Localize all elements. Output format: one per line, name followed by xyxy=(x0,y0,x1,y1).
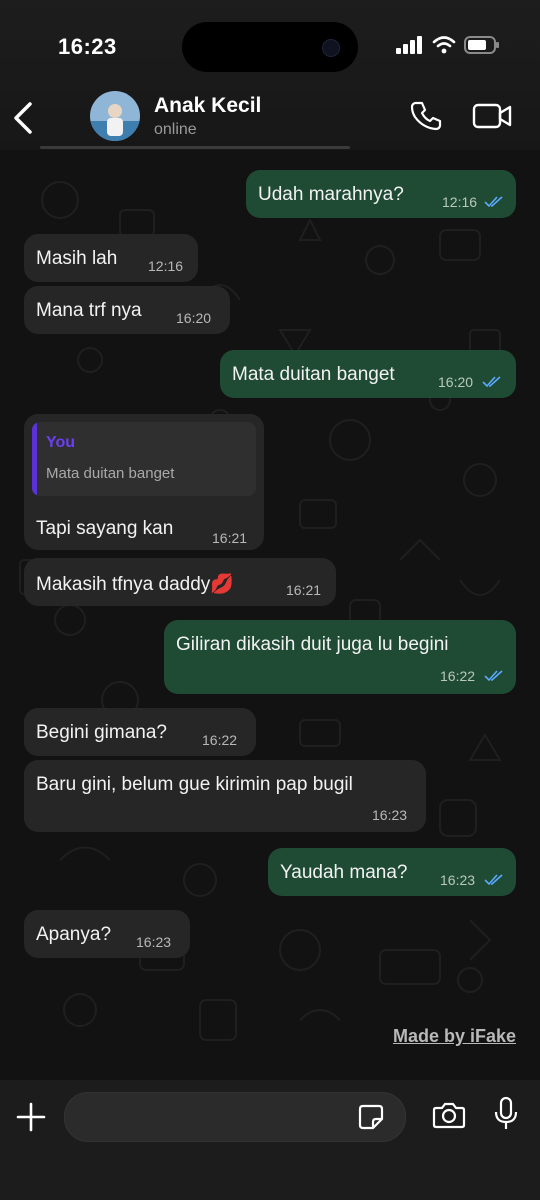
message-time: 16:20 xyxy=(176,310,212,326)
dynamic-island xyxy=(182,22,358,72)
message-text: Udah marahnya? xyxy=(258,184,404,205)
message-bubble-incoming[interactable]: Masih lah 12:16 xyxy=(24,234,198,282)
message-time: 16:23 xyxy=(136,934,172,950)
message-bubble-outgoing[interactable]: Udah marahnya? 12:16 xyxy=(246,170,516,218)
message-time: 16:20 xyxy=(438,374,474,390)
wifi-icon xyxy=(432,36,456,54)
message-bubble-outgoing[interactable]: Mata duitan banget 16:20 xyxy=(220,350,516,398)
front-camera-icon xyxy=(322,39,340,57)
message-time: 16:21 xyxy=(286,582,322,598)
microphone-icon[interactable] xyxy=(494,1096,518,1132)
scroll-edge-bubble xyxy=(40,146,350,149)
back-chevron-icon[interactable] xyxy=(10,100,40,136)
plus-icon[interactable] xyxy=(16,1102,46,1132)
quote-accent-bar xyxy=(32,422,37,496)
phone-icon[interactable] xyxy=(410,100,442,132)
cellular-signal-icon xyxy=(396,36,422,54)
read-receipt-icon xyxy=(484,670,503,682)
message-text: Mata duitan banget xyxy=(232,364,395,385)
message-text: Yaudah mana? xyxy=(280,862,408,883)
message-text: Giliran dikasih duit juga lu begini xyxy=(176,634,449,655)
message-bubble-incoming[interactable]: Baru gini, belum gue kirimin pap bugil 1… xyxy=(24,760,426,832)
contact-name[interactable]: Anak Kecil xyxy=(154,94,261,118)
read-receipt-icon xyxy=(484,196,503,208)
message-text: Makasih tfnya daddy💋 xyxy=(36,574,234,595)
message-time: 12:16 xyxy=(148,258,184,274)
camera-icon[interactable] xyxy=(432,1100,466,1130)
message-time: 16:23 xyxy=(440,872,476,888)
message-bubble-incoming[interactable]: Begini gimana? 16:22 xyxy=(24,708,256,756)
message-text: Apanya? xyxy=(36,924,112,945)
contact-status: online xyxy=(154,121,197,138)
message-time: 16:22 xyxy=(202,732,238,748)
status-time: 16:23 xyxy=(58,34,117,59)
read-receipt-icon xyxy=(482,376,501,388)
sticker-icon[interactable] xyxy=(358,1104,384,1130)
chat-screen: 16:23 Anak Kecil online Udah marahnya? 1… xyxy=(0,0,540,1200)
quoted-message[interactable]: You Mata duitan banget xyxy=(32,422,256,496)
message-time: 16:21 xyxy=(212,530,248,546)
message-bubble-outgoing[interactable]: Yaudah mana? 16:23 xyxy=(268,848,516,896)
battery-icon xyxy=(464,36,499,54)
message-text: Begini gimana? xyxy=(36,722,167,743)
message-text: Tapi sayang kan xyxy=(36,518,174,539)
video-icon[interactable] xyxy=(472,102,512,130)
message-bubble-incoming[interactable]: Mana trf nya 16:20 xyxy=(24,286,230,334)
watermark-link[interactable]: Made by iFake xyxy=(393,1026,516,1047)
message-bubble-outgoing[interactable]: Giliran dikasih duit juga lu begini 16:2… xyxy=(164,620,516,694)
status-indicators xyxy=(396,36,500,54)
contact-avatar[interactable] xyxy=(90,91,140,141)
message-input[interactable] xyxy=(64,1092,406,1142)
message-bubble-incoming-reply[interactable]: You Mata duitan banget Tapi sayang kan 1… xyxy=(24,414,264,550)
message-time: 16:23 xyxy=(372,807,408,823)
message-bubble-incoming[interactable]: Apanya? 16:23 xyxy=(24,910,190,958)
message-time: 16:22 xyxy=(440,668,476,684)
message-bubble-incoming[interactable]: Makasih tfnya daddy💋 16:21 xyxy=(24,558,336,606)
quote-author: You xyxy=(46,434,76,451)
read-receipt-icon xyxy=(484,874,503,886)
message-text: Baru gini, belum gue kirimin pap bugil xyxy=(36,774,353,795)
quote-text: Mata duitan banget xyxy=(46,465,175,482)
message-text: Masih lah xyxy=(36,248,118,269)
message-time: 12:16 xyxy=(442,194,478,210)
message-text: Mana trf nya xyxy=(36,300,142,321)
